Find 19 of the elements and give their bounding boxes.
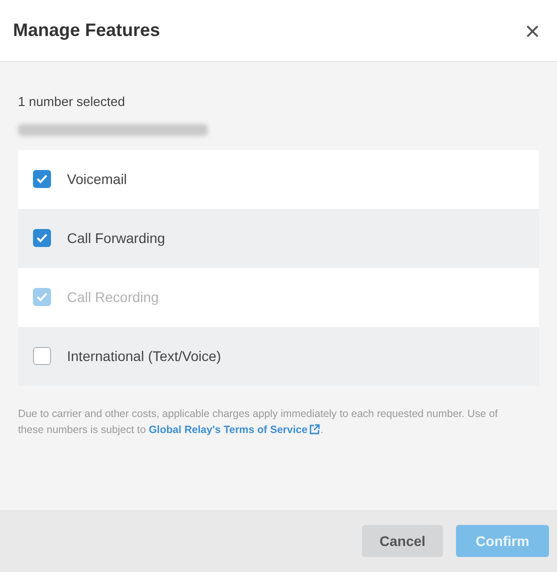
- selection-summary: 1 number selected: [18, 93, 126, 111]
- checkmark-icon: [36, 233, 48, 243]
- checkbox[interactable]: [33, 347, 51, 365]
- feature-option[interactable]: Voicemail: [18, 150, 539, 208]
- charges-notice: Due to carrier and other costs, applicable charges apply immediately to each requested number. Use of these numbers is subject to Global Relay's Terms of Service .: [18, 406, 499, 438]
- external-link-icon: [309, 424, 320, 435]
- feature-label: Call Forwarding: [67, 228, 166, 248]
- feature-option[interactable]: International (Text/Voice): [18, 326, 539, 386]
- feature-label: International (Text/Voice): [67, 346, 222, 366]
- checkbox[interactable]: [33, 229, 51, 247]
- feature-label: Call Recording: [67, 288, 159, 307]
- feature-option[interactable]: Call Forwarding: [18, 208, 539, 268]
- feature-label: Voicemail: [67, 170, 127, 188]
- close-button[interactable]: ×: [520, 18, 544, 44]
- checkmark-icon: [36, 174, 48, 184]
- dialog-title: Manage Features: [13, 19, 160, 42]
- checkbox[interactable]: [33, 170, 51, 188]
- cancel-button[interactable]: Cancel: [362, 525, 443, 557]
- checkmark-icon: [36, 292, 48, 302]
